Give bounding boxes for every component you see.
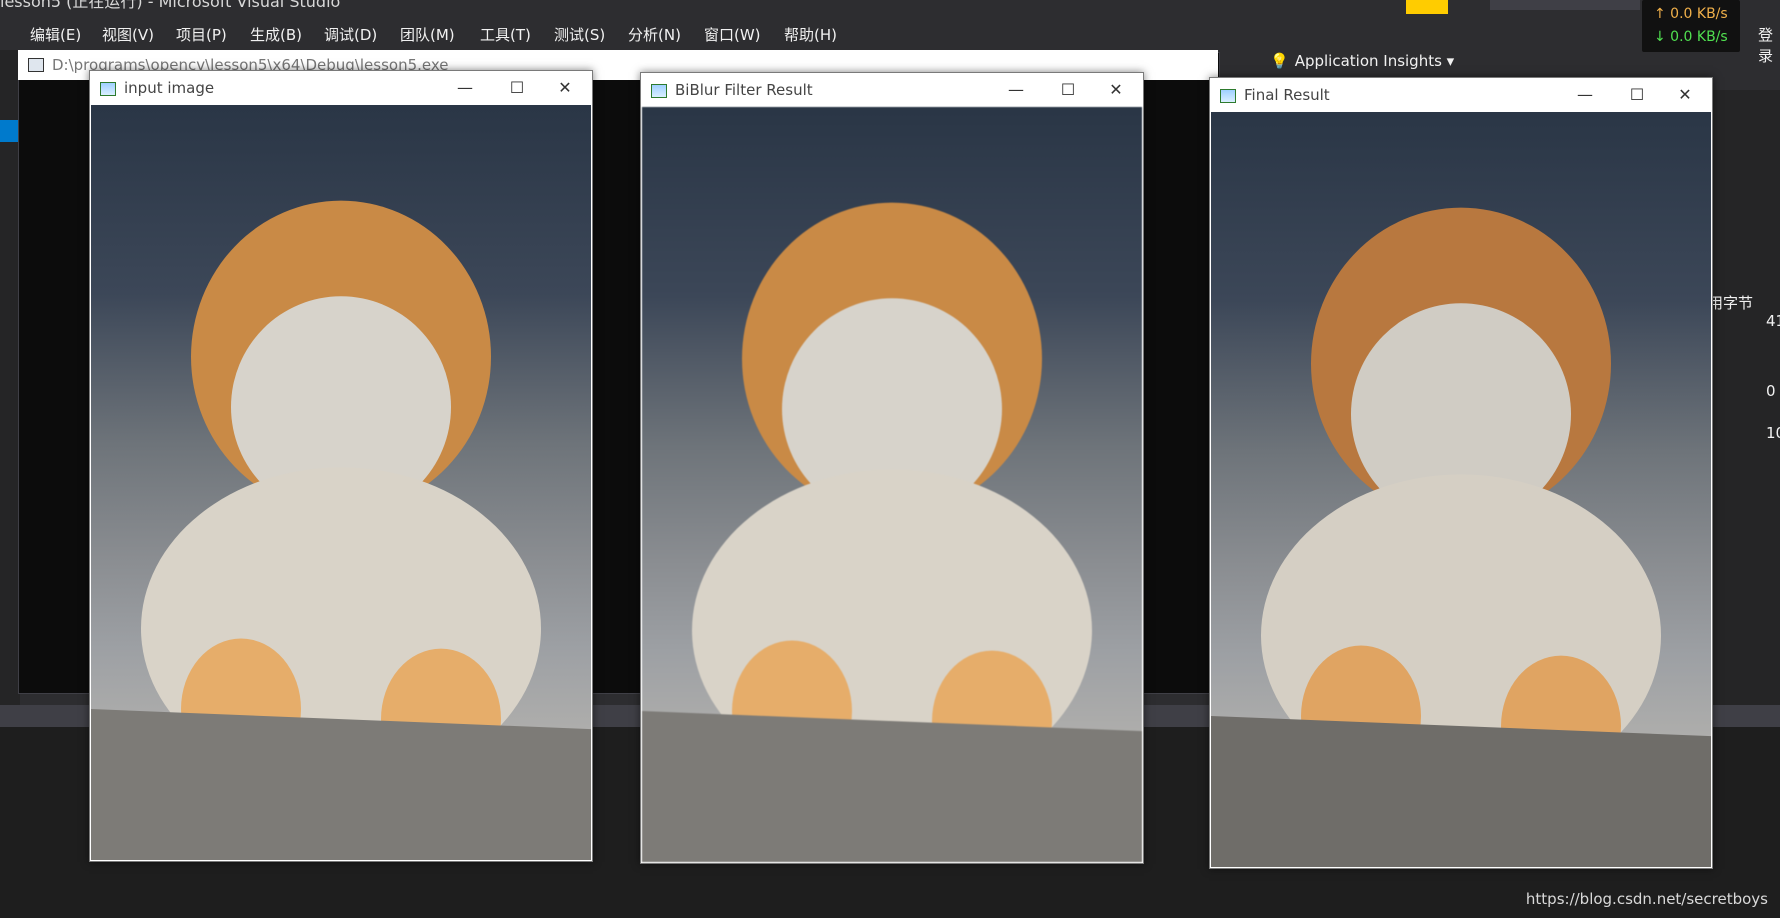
menu-edit[interactable]: 编辑(E)	[30, 24, 81, 45]
window-title: input image	[124, 79, 215, 97]
tiger-illustration	[91, 200, 591, 860]
tiger-image-final	[1211, 112, 1711, 867]
right-number-1: 41	[1766, 312, 1780, 330]
maximize-button[interactable]: ☐	[494, 76, 540, 100]
tiger-illustration	[642, 202, 1142, 862]
console-icon	[28, 58, 44, 72]
window-title: Final Result	[1244, 86, 1330, 104]
close-button[interactable]: ✕	[1093, 78, 1139, 102]
ai-label: Application Insights	[1294, 52, 1442, 70]
menu-view[interactable]: 视图(V)	[102, 24, 154, 45]
quick-launch[interactable]	[1490, 0, 1640, 10]
tiger-illustration	[1211, 207, 1711, 867]
feedback-icon[interactable]	[1406, 0, 1448, 14]
upload-speed: ↑ 0.0 KB/s	[1654, 6, 1728, 22]
download-speed: ↓ 0.0 KB/s	[1654, 29, 1728, 45]
window-title-bar[interactable]: BiBlur Filter Result — ☐ ✕	[641, 73, 1143, 107]
lightbulb-icon: 💡	[1270, 52, 1289, 70]
window-icon	[100, 82, 116, 96]
right-number-2: 0	[1766, 382, 1776, 400]
window-title: BiBlur Filter Result	[675, 81, 813, 99]
window-icon	[651, 84, 667, 98]
network-speed-widget: ↑ 0.0 KB/s ↓ 0.0 KB/s	[1642, 0, 1740, 52]
window-final-result[interactable]: Final Result — ☐ ✕	[1209, 77, 1713, 869]
window-title-bar[interactable]: input image — ☐ ✕	[90, 71, 592, 105]
login-link[interactable]: 登录	[1758, 24, 1780, 66]
close-button[interactable]: ✕	[542, 76, 588, 100]
menu-help[interactable]: 帮助(H)	[784, 24, 837, 45]
menu-window[interactable]: 窗口(W)	[704, 24, 761, 45]
menu-analyze[interactable]: 分析(N)	[628, 24, 681, 45]
right-panel	[1702, 90, 1780, 810]
maximize-button[interactable]: ☐	[1614, 83, 1660, 107]
close-button[interactable]: ✕	[1662, 83, 1708, 107]
right-number-3: 10	[1766, 424, 1780, 442]
minimize-button[interactable]: —	[442, 76, 488, 100]
selected-tab[interactable]	[0, 120, 20, 142]
minimize-button[interactable]: —	[1562, 83, 1608, 107]
watermark: https://blog.csdn.net/secretboys	[1525, 890, 1768, 908]
menu-tools[interactable]: 工具(T)	[480, 24, 531, 45]
window-title-bar[interactable]: Final Result — ☐ ✕	[1210, 78, 1712, 112]
window-input-image[interactable]: input image — ☐ ✕	[89, 70, 593, 862]
menu-bar: 编辑(E) 视图(V) 项目(P) 生成(B) 调试(D) 团队(M) 工具(T…	[0, 22, 900, 48]
window-biblur-result[interactable]: BiBlur Filter Result — ☐ ✕	[640, 72, 1144, 864]
window-icon	[1220, 89, 1236, 103]
menu-build[interactable]: 生成(B)	[250, 24, 302, 45]
application-insights-button[interactable]: 💡 Application Insights ▾	[1270, 52, 1454, 76]
menu-debug[interactable]: 调试(D)	[324, 24, 377, 45]
tiger-image-blurred	[642, 107, 1142, 862]
app-title: lesson5 (正在运行) - Microsoft Visual Studio	[0, 0, 341, 11]
maximize-button[interactable]: ☐	[1045, 78, 1091, 102]
minimize-button[interactable]: —	[993, 78, 1039, 102]
menu-project[interactable]: 项目(P)	[176, 24, 227, 45]
tiger-image	[91, 105, 591, 860]
right-label: 用字节	[1708, 294, 1754, 312]
menu-test[interactable]: 测试(S)	[554, 24, 605, 45]
menu-team[interactable]: 团队(M)	[400, 24, 455, 45]
left-tool-strip	[0, 50, 20, 790]
